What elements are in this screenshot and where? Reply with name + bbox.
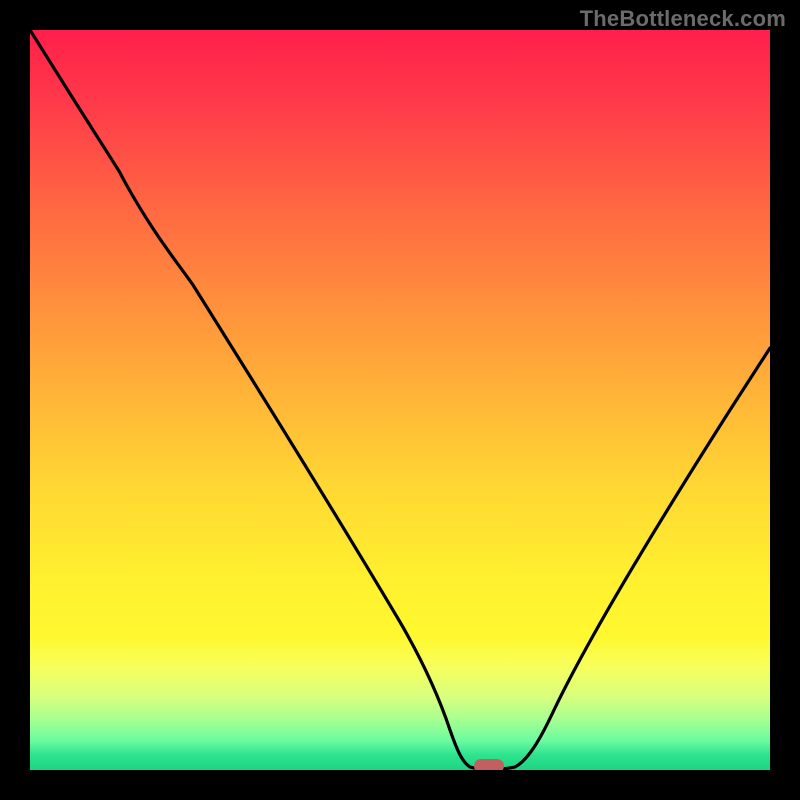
watermark-text: TheBottleneck.com bbox=[580, 6, 786, 32]
optimal-marker bbox=[474, 759, 504, 770]
curve-layer bbox=[30, 30, 770, 770]
chart-frame: TheBottleneck.com bbox=[0, 0, 800, 800]
bottleneck-curve-path bbox=[30, 30, 770, 769]
plot-area bbox=[30, 30, 770, 770]
